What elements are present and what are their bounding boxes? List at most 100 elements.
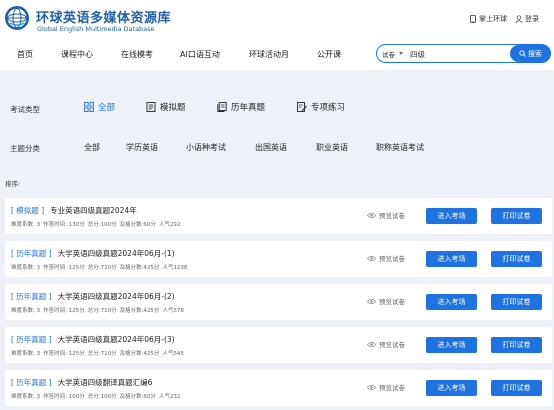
paper-pass: 及格分数:425分 xyxy=(119,308,160,314)
paper-pass: 及格分数:60分 xyxy=(119,394,156,400)
type-tab-past-papers[interactable]: 历年真题 xyxy=(217,101,265,113)
paper-type-tag: [ 模拟题 ] xyxy=(11,206,45,215)
paper-title: 专业英语四级真题2024年 xyxy=(50,206,137,215)
enter-exam-button[interactable]: 进入考场 xyxy=(426,251,477,267)
paper-card: [ 模拟题 ] 专业英语四级真题2024年 难度系数: 3 作答时间: 130分 总分… xyxy=(5,198,552,234)
paper-difficulty: 难度系数: 3 xyxy=(11,394,41,400)
paper-card: [ 历年真题 ] 大学英语四级真题2024年06月-(2) 难度系数: 3 作答时间… xyxy=(5,284,552,320)
paper-card: [ 历年真题 ] 大学英语四级翻译真题汇编6 难度系数: 3 作答时间: 100分总… xyxy=(5,370,552,406)
category-academic-english[interactable]: 学历英语 xyxy=(126,142,158,153)
preview-paper-link[interactable]: 预览试卷 xyxy=(367,210,405,220)
type-tab-mock[interactable]: 模拟题 xyxy=(146,101,186,113)
paper-time: 作答时间: 125分 xyxy=(43,351,85,357)
paper-time: 作答时间: 125分 xyxy=(43,308,85,314)
nav-course-center[interactable]: 课程中心 xyxy=(61,49,93,60)
paper-popularity: 人气232 xyxy=(158,394,181,400)
preview-paper-label: 预览试卷 xyxy=(379,212,405,220)
chevron-down-icon[interactable] xyxy=(399,52,403,55)
type-tab-all[interactable]: 全部 xyxy=(84,101,115,113)
nav-open-course[interactable]: 公开课 xyxy=(317,49,341,60)
sort-label: 排序: xyxy=(5,180,21,188)
paper-title-line[interactable]: [ 模拟题 ] 专业英语四级真题2024年 xyxy=(11,205,137,216)
print-paper-button[interactable]: 打印试卷 xyxy=(491,337,542,353)
eye-icon xyxy=(367,212,376,218)
nav-ai-speaking[interactable]: AI口语互动 xyxy=(180,49,220,60)
paper-type-tag: [ 历年真题 ] xyxy=(11,292,52,301)
paper-popularity: 人气1238 xyxy=(162,265,188,271)
preview-paper-label: 预览试卷 xyxy=(379,384,405,392)
paper-type-tag: [ 历年真题 ] xyxy=(11,378,52,387)
paper-time: 作答时间: 130分 xyxy=(43,222,85,228)
nav-activity-month[interactable]: 环球活动月 xyxy=(249,49,289,60)
type-tab-mock-label: 模拟题 xyxy=(160,103,186,113)
exam-type-label: 考试类型 xyxy=(10,105,40,114)
enter-exam-button[interactable]: 进入考场 xyxy=(426,208,477,224)
print-paper-button[interactable]: 打印试卷 xyxy=(491,294,542,310)
paper-meta: 难度系数: 3 作答时间: 130分 总分:100分 及格分数:60分 人气292 xyxy=(11,220,183,228)
mobile-app-link[interactable]: 掌上环球 xyxy=(469,14,507,24)
print-paper-button[interactable]: 打印试卷 xyxy=(491,208,542,224)
category-all[interactable]: 全部 xyxy=(84,142,100,153)
category-professional-english[interactable]: 职业英语 xyxy=(316,142,348,153)
preview-paper-link[interactable]: 预览试卷 xyxy=(367,382,405,392)
paper-popularity: 人气292 xyxy=(158,222,181,228)
paper-time: 作答时间: 125分 xyxy=(43,265,85,271)
enter-exam-button[interactable]: 进入考场 xyxy=(426,380,477,396)
paper-pass: 及格分数:60分 xyxy=(119,222,156,228)
paper-title-line[interactable]: [ 历年真题 ] 大学英语四级真题2024年06月-(2) xyxy=(11,291,175,302)
phone-icon xyxy=(470,15,476,23)
search-type-select[interactable]: 试卷 xyxy=(382,49,395,59)
search-button[interactable]: 搜索 xyxy=(510,45,551,62)
paper-total: 总分:100分 xyxy=(87,394,117,400)
brand-name-en: Global English Multimedia Database xyxy=(37,25,155,33)
preview-paper-link[interactable]: 预览试卷 xyxy=(367,296,405,306)
paper-title: 大学英语四级真题2024年06月-(3) xyxy=(57,335,175,344)
paper-popularity: 人气545 xyxy=(162,351,184,357)
print-paper-button[interactable]: 打印试卷 xyxy=(491,251,542,267)
paper-meta: 难度系数: 3 作答时间: 125分 总分:710分 及格分数:425分 人气1238 xyxy=(11,263,190,271)
site-header: 环球英语多媒体资源库 Global English Multimedia Dat… xyxy=(0,0,554,70)
login-link[interactable]: 登录 xyxy=(515,14,539,24)
paper-title-line[interactable]: [ 历年真题 ] 大学英语四级真题2024年06月-(3) xyxy=(11,334,175,345)
paper-card: [ 历年真题 ] 大学英语四级真题2024年06月-(1) 难度系数: 3 作答时间… xyxy=(5,241,552,277)
print-paper-button[interactable]: 打印试卷 xyxy=(491,380,542,396)
preview-paper-link[interactable]: 预览试卷 xyxy=(367,339,405,349)
search-input[interactable] xyxy=(410,48,505,60)
paper-title: 大学英语四级真题2024年06月-(1) xyxy=(57,249,175,258)
brand-name-cn[interactable]: 环球英语多媒体资源库 xyxy=(36,7,171,26)
category-study-abroad-english[interactable]: 出国英语 xyxy=(255,142,287,153)
globe-logo-icon[interactable] xyxy=(4,5,30,31)
paper-difficulty: 难度系数: 3 xyxy=(11,351,41,357)
search-bar: 试卷 搜索 xyxy=(376,44,551,63)
paper-stack-icon xyxy=(217,102,227,112)
login-label: 登录 xyxy=(525,15,539,23)
type-tab-special-practice[interactable]: 专项练习 xyxy=(297,101,345,113)
category-professional-title-exam[interactable]: 职称英语考试 xyxy=(376,142,424,153)
paper-total: 总分:710分 xyxy=(87,265,117,271)
paper-title-line[interactable]: [ 历年真题 ] 大学英语四级翻译真题汇编6 xyxy=(11,377,152,388)
paper-meta: 难度系数: 3 作答时间: 125分 总分:710分 及格分数:425分 人气578 xyxy=(11,306,187,314)
paper-type-tag: [ 历年真题 ] xyxy=(11,335,52,344)
paper-total: 总分:100分 xyxy=(87,222,117,228)
category-minor-languages[interactable]: 小语种考试 xyxy=(186,142,226,153)
eye-icon xyxy=(367,255,376,261)
enter-exam-button[interactable]: 进入考场 xyxy=(426,337,477,353)
eye-icon xyxy=(367,341,376,347)
preview-paper-link[interactable]: 预览试卷 xyxy=(367,253,405,263)
paper-pass: 及格分数:425分 xyxy=(119,351,160,357)
paper-pass: 及格分数:425分 xyxy=(119,265,160,271)
preview-paper-label: 预览试卷 xyxy=(379,255,405,263)
paper-difficulty: 难度系数: 3 xyxy=(11,222,41,228)
paper-title-line[interactable]: [ 历年真题 ] 大学英语四级真题2024年06月-(1) xyxy=(11,248,175,259)
search-button-label: 搜索 xyxy=(528,49,542,58)
paper-title: 大学英语四级真题2024年06月-(2) xyxy=(57,292,175,301)
eye-icon xyxy=(367,384,376,390)
nav-home[interactable]: 首页 xyxy=(17,49,33,60)
preview-paper-label: 预览试卷 xyxy=(379,298,405,306)
nav-online-mock-exam[interactable]: 在线模考 xyxy=(121,49,153,60)
paper-meta: 难度系数: 3 作答时间: 100分 总分:100分 及格分数:60分 人气232 xyxy=(11,392,183,400)
paper-card: [ 历年真题 ] 大学英语四级真题2024年06月-(3) 难度系数: 3 作答时间… xyxy=(5,327,552,363)
eye-icon xyxy=(367,298,376,304)
enter-exam-button[interactable]: 进入考场 xyxy=(426,294,477,310)
type-tab-all-label: 全部 xyxy=(98,103,116,113)
